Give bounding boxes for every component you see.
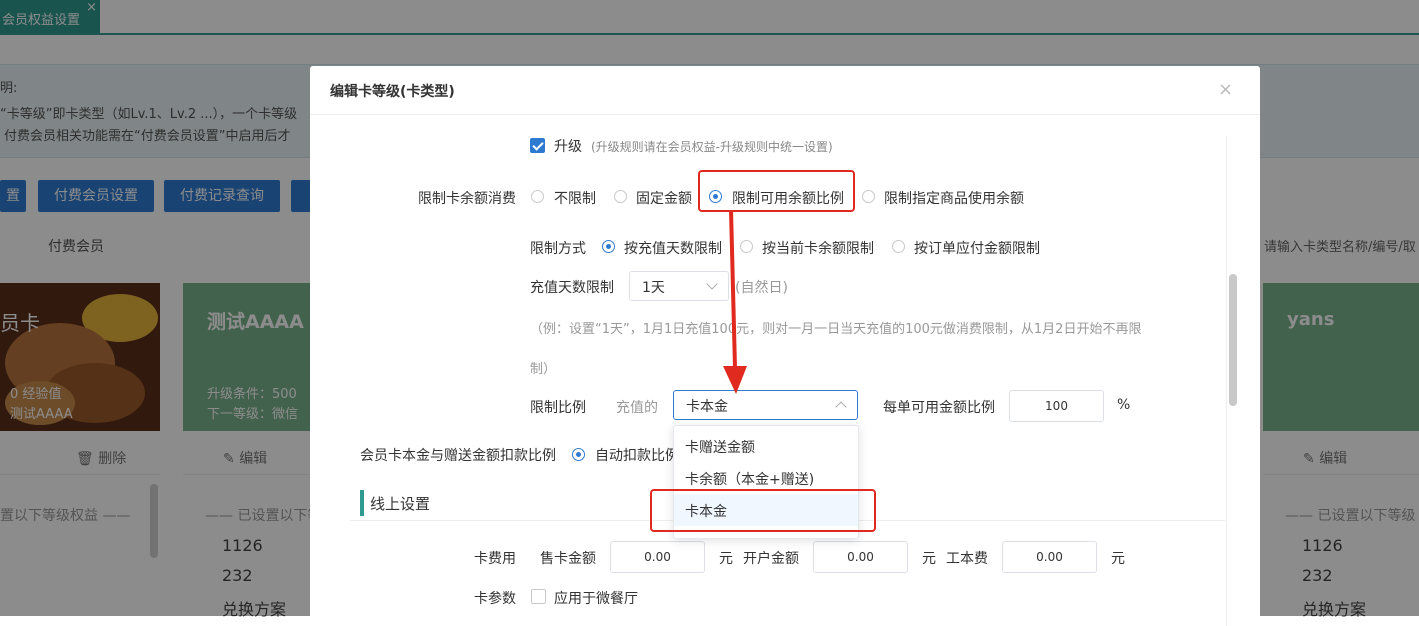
option-label: 按当前卡余额限制 — [762, 241, 874, 257]
option-label: 自动扣款比例 — [595, 448, 679, 464]
annotation-box-ratio-option — [698, 170, 855, 212]
per-order-ratio-input[interactable]: 100 — [1009, 390, 1104, 422]
cost-fee-input[interactable]: 0.00 — [1002, 541, 1097, 573]
option-label: 卡赠送金额 — [685, 440, 755, 456]
recharge-days-label: 充值天数限制 — [530, 280, 614, 296]
chevron-up-icon — [835, 401, 847, 413]
radio-by-order-amount[interactable] — [892, 240, 905, 253]
upgrade-hint: (升级规则请在会员权益-升级规则中统一设置) — [591, 140, 833, 154]
annotation-box-principal-option — [650, 489, 876, 532]
cost-fee-label: 工本费 — [946, 551, 988, 567]
option-label: 限制指定商品使用余额 — [884, 191, 1024, 207]
ratio-base-select[interactable]: 卡本金 — [673, 390, 858, 420]
annotation-arrow-icon — [723, 209, 747, 394]
balance-limit-label: 限制卡余额消费 — [418, 191, 516, 207]
example-text-line2: 制） — [530, 362, 557, 377]
ratio-prefix: 充值的 — [616, 400, 658, 416]
sell-amount-label: 售卡金额 — [540, 551, 596, 567]
sell-amount-input[interactable]: 0.00 — [610, 541, 705, 573]
dialog-header: 编辑卡等级(卡类型) × — [310, 66, 1260, 115]
dialog-title: 编辑卡等级(卡类型) — [330, 84, 455, 100]
upgrade-checkbox[interactable] — [530, 138, 545, 153]
limit-mode-label: 限制方式 — [530, 241, 586, 257]
open-amount-input[interactable]: 0.00 — [813, 541, 908, 573]
section-accent-bar — [360, 490, 364, 516]
deduct-ratio-label: 会员卡本金与赠送金额扣款比例 — [360, 448, 556, 464]
option-label: 按充值天数限制 — [624, 241, 722, 257]
edit-card-level-dialog: 编辑卡等级(卡类型) × 升级 (升级规则请在会员权益-升级规则中统一设置) 限… — [310, 66, 1260, 626]
currency-unit: 元 — [922, 551, 936, 567]
dropdown-option-gift-amount[interactable]: 卡赠送金额 — [674, 430, 858, 462]
card-fee-label: 卡费用 — [474, 551, 516, 567]
option-label: 不限制 — [554, 191, 596, 207]
option-label: 按订单应付金额限制 — [914, 241, 1040, 257]
option-label: 卡余额（本金+赠送) — [685, 472, 815, 488]
recharge-days-value: 1天 — [642, 280, 665, 296]
close-icon[interactable]: × — [1218, 79, 1233, 100]
option-label: 固定金额 — [636, 191, 692, 207]
open-amount-label: 开户金额 — [743, 551, 799, 567]
ratio-base-value: 卡本金 — [686, 399, 728, 415]
percent-unit: % — [1117, 397, 1131, 413]
example-text-line1: （例：设置“1天”，1月1日充值100元，则对一月一日当天充值的100元做消费限… — [530, 322, 1142, 337]
radio-limit-specific-goods[interactable] — [862, 190, 875, 203]
currency-unit: 元 — [719, 551, 733, 567]
apply-microrestaurant-checkbox[interactable] — [531, 589, 546, 604]
radio-auto-deduct[interactable] — [572, 448, 585, 461]
card-params-label: 卡参数 — [474, 591, 516, 607]
upgrade-label: 升级 — [554, 139, 582, 155]
online-settings-heading: 线上设置 — [370, 495, 431, 513]
option-label: 应用于微餐厅 — [554, 591, 638, 607]
radio-fixed-amount[interactable] — [614, 190, 627, 203]
limit-ratio-label: 限制比例 — [530, 400, 586, 416]
currency-unit: 元 — [1111, 551, 1125, 567]
dialog-scrollbar[interactable] — [1229, 274, 1237, 406]
radio-no-limit[interactable] — [531, 190, 544, 203]
radio-by-recharge-days[interactable] — [602, 240, 615, 253]
per-order-ratio-label: 每单可用金额比例 — [883, 400, 995, 416]
